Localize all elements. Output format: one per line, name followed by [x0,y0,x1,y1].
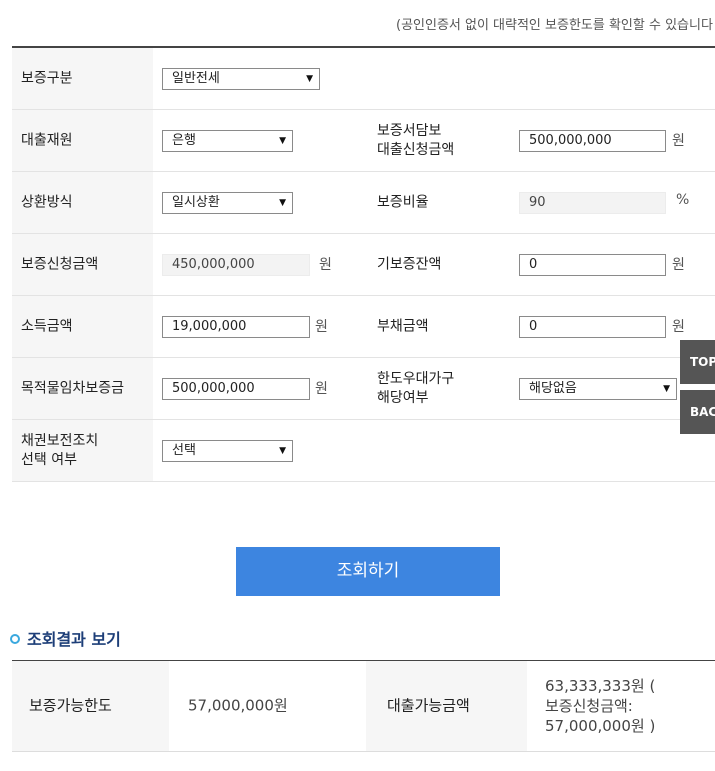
repayment-value: 일시상환 [172,195,220,210]
result-table: 보증가능한도 57,000,000원 대출가능금액 63,333,333원 ( … [12,660,715,752]
bond-preservation-label: 채권보전조치 선택 여부 [21,432,99,468]
loan-cell: 63,333,333원 ( 보증신청금액: 57,000,000원 ) [527,661,715,751]
guarantee-type-label: 보증구분 [21,70,73,86]
preferred-household-value: 해당없음 [529,381,577,396]
row-header: 보증신청금액 [12,234,153,295]
loan-source-value: 은행 [172,133,196,148]
result-title-text: 조회결과 보기 [27,630,121,649]
repayment-select[interactable]: 일시상환 ▼ [162,192,293,214]
chevron-down-icon: ▼ [306,74,313,84]
form-row: 보증신청금액 450,000,000 원 기보증잔액 0 원 [12,234,715,296]
loan-source-label: 대출재원 [21,132,73,148]
row-header: 대출재원 [12,110,153,171]
chevron-down-icon: ▼ [279,136,286,146]
form-row: 보증구분 일반전세 ▼ [12,48,715,110]
top-button[interactable]: TOP [680,340,715,384]
unit-label: 원 [315,319,328,335]
limit-cell: 57,000,000원 [169,661,366,751]
row-header: 채권보전조치 선택 여부 [12,420,153,481]
loan-label: 대출가능금액 [387,696,470,715]
lease-deposit-input[interactable]: 500,000,000 [162,378,310,400]
existing-balance-input[interactable]: 0 [519,254,666,276]
loan-value: 63,333,333원 ( 보증신청금액: 57,000,000원 ) [545,677,656,735]
guarantee-form: 보증구분 일반전세 ▼ 대출재원 은행 ▼ 보증서담보 대출신청금액 500,0… [12,46,715,482]
collateral-amount-label: 보증서담보 대출신청금액 [377,122,455,158]
unit-label: 원 [672,319,685,335]
applied-amount-label: 보증신청금액 [21,256,99,272]
loan-source-select[interactable]: 은행 ▼ [162,130,293,152]
loan-header: 대출가능금액 [366,661,527,751]
circle-bullet-icon [10,633,20,644]
lease-deposit-label: 목적물임차보증금 [21,380,125,396]
guarantee-ratio-input: 90 [519,192,666,214]
limit-value: 57,000,000원 [188,696,288,715]
unit-label: 원 [319,257,332,273]
unit-label: 원 [672,133,685,149]
back-button[interactable]: BACK [680,390,715,434]
row-header: 소득금액 [12,296,153,357]
notice-text: (공인인증서 없이 대략적인 보증한도를 확인할 수 있습니다 [396,18,713,33]
form-row: 대출재원 은행 ▼ 보증서담보 대출신청금액 500,000,000 원 [12,110,715,172]
preferred-household-select[interactable]: 해당없음 ▼ [519,378,677,400]
form-row: 채권보전조치 선택 여부 선택 ▼ [12,420,715,482]
submit-button[interactable]: 조회하기 [236,547,500,596]
guarantee-ratio-label: 보증비율 [377,194,429,210]
unit-label: 원 [315,381,328,397]
debt-label: 부채금액 [377,318,429,334]
result-title: 조회결과 보기 [10,626,121,650]
limit-label: 보증가능한도 [29,696,112,715]
form-row: 상환방식 일시상환 ▼ 보증비율 90 % [12,172,715,234]
collateral-amount-input[interactable]: 500,000,000 [519,130,666,152]
form-row: 소득금액 19,000,000 원 부채금액 0 원 [12,296,715,358]
existing-balance-label: 기보증잔액 [377,256,442,272]
debt-input[interactable]: 0 [519,316,666,338]
bond-preservation-select[interactable]: 선택 ▼ [162,440,293,462]
chevron-down-icon: ▼ [279,446,286,456]
income-input[interactable]: 19,000,000 [162,316,310,338]
row-header: 목적물임차보증금 [12,358,153,419]
bond-preservation-value: 선택 [172,443,196,458]
applied-amount-input: 450,000,000 [162,254,310,276]
chevron-down-icon: ▼ [663,384,670,394]
preferred-household-label: 한도우대가구 해당여부 [377,370,455,406]
guarantee-type-select[interactable]: 일반전세 ▼ [162,68,320,90]
income-label: 소득금액 [21,318,73,334]
unit-label: 원 [672,257,685,273]
row-header: 상환방식 [12,172,153,233]
repayment-label: 상환방식 [21,194,73,210]
guarantee-type-value: 일반전세 [172,71,220,86]
row-header: 보증구분 [12,48,153,109]
chevron-down-icon: ▼ [279,198,286,208]
form-row: 목적물임차보증금 500,000,000 원 한도우대가구 해당여부 해당없음 … [12,358,715,420]
unit-label: % [676,192,690,208]
limit-header: 보증가능한도 [12,661,169,751]
